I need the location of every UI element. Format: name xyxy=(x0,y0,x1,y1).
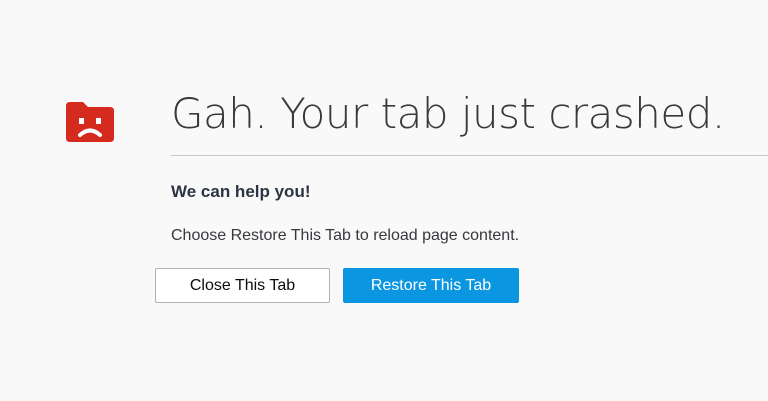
page-title: Gah. Your tab just crashed. xyxy=(171,89,725,138)
help-heading: We can help you! xyxy=(171,182,311,201)
close-tab-button[interactable]: Close This Tab xyxy=(155,268,330,303)
restore-tab-button[interactable]: Restore This Tab xyxy=(343,268,519,303)
sad-tab-icon xyxy=(66,100,114,142)
help-message: Choose Restore This Tab to reload page c… xyxy=(171,227,520,244)
title-divider xyxy=(171,155,768,156)
